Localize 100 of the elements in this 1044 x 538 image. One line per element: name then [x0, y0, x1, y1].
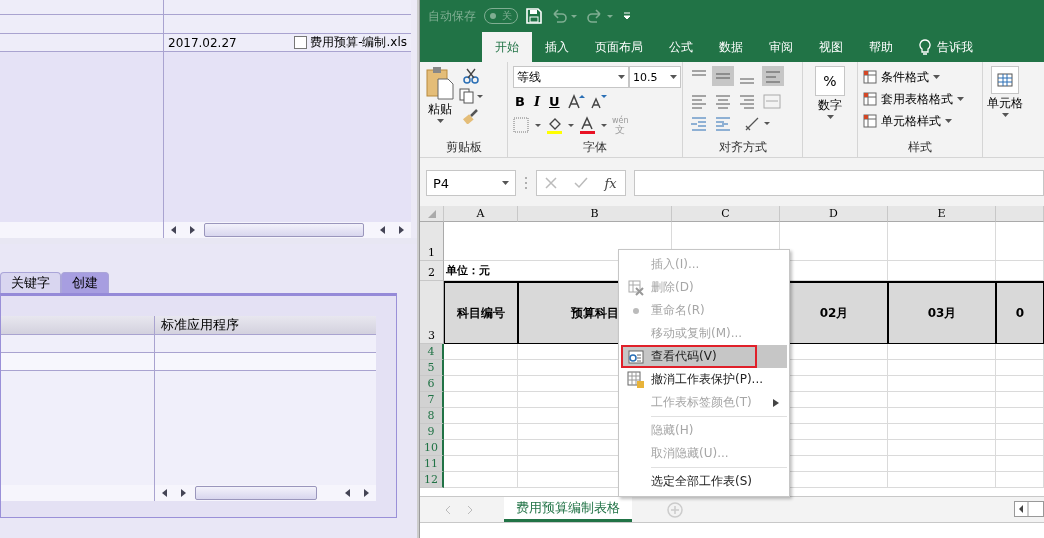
ribbon-tab[interactable]: 插入: [532, 32, 582, 62]
styles-menu-button[interactable]: 单元格样式: [863, 110, 952, 132]
sheet-tab[interactable]: 费用预算编制表格: [504, 497, 632, 522]
autosave-label: 自动保存: [428, 7, 476, 25]
table-style-icon: [863, 70, 877, 84]
header-cell: 03月: [888, 281, 996, 344]
group-label: 字体: [582, 139, 608, 156]
table-cell: [996, 456, 1044, 472]
group-label: 剪贴板: [444, 139, 483, 156]
paste-button[interactable]: 粘贴: [425, 66, 455, 139]
customize-toolbar-icon[interactable]: [622, 11, 632, 21]
row-header[interactable]: 12: [420, 472, 444, 488]
dropdown-caret-icon: [618, 75, 625, 79]
column-header[interactable]: D: [780, 206, 888, 222]
row-header[interactable]: 9: [420, 424, 444, 440]
date-cell: 2017.02.27: [168, 35, 237, 50]
menu-item[interactable]: 撤消工作表保护(P)...: [621, 368, 787, 391]
row-header[interactable]: 7: [420, 392, 444, 408]
tell-me-button[interactable]: 告诉我: [906, 32, 986, 62]
dropdown-caret-icon: [826, 115, 834, 119]
row-header[interactable]: 5: [420, 360, 444, 376]
table-cell: [996, 408, 1044, 424]
table-style-icon: [863, 114, 877, 128]
styles-menu-button[interactable]: 套用表格格式: [863, 88, 964, 110]
cells-button[interactable]: 单元格: [987, 66, 1023, 117]
row-header[interactable]: 4: [420, 344, 444, 360]
ribbon-tab[interactable]: 公式: [656, 32, 706, 62]
table-cell: [996, 360, 1044, 376]
italic-button[interactable]: I: [531, 93, 542, 109]
table-cell: [996, 344, 1044, 360]
ribbon-tab[interactable]: 数据: [706, 32, 756, 62]
dropdown-caret-icon: [1001, 113, 1009, 117]
column-header[interactable]: A: [444, 206, 518, 222]
ribbon-tab[interactable]: 审阅: [756, 32, 806, 62]
bold-button[interactable]: B: [513, 93, 527, 109]
lightbulb-icon: [919, 39, 931, 55]
table-cell: [996, 222, 1044, 261]
table-cell: [996, 472, 1044, 488]
dropdown-caret-icon: [957, 97, 964, 101]
row-header[interactable]: 6: [420, 376, 444, 392]
ribbon-tab[interactable]: 页面布局: [582, 32, 656, 62]
underline-button[interactable]: U: [547, 93, 562, 109]
dropdown-caret-icon: [670, 75, 677, 79]
row-header[interactable]: 2: [420, 261, 444, 281]
dropdown-caret-icon: [933, 75, 940, 79]
submenu-arrow-icon: [773, 398, 779, 407]
column-header[interactable]: C: [672, 206, 780, 222]
group-label: 对齐方式: [717, 139, 768, 156]
column-header[interactable]: B: [518, 206, 672, 222]
file-name: 费用预算-编制.xls: [310, 34, 407, 51]
grip-icon: [524, 176, 528, 190]
grow-font-icon[interactable]: [566, 93, 585, 109]
ribbon-tab[interactable]: 开始: [482, 32, 532, 62]
table-cell: [996, 376, 1044, 392]
horizontal-scrollbar[interactable]: [164, 222, 411, 238]
panel-tab[interactable]: 关键字: [0, 272, 61, 293]
shrink-font-icon[interactable]: [589, 93, 608, 109]
dropdown-caret-icon: [502, 181, 509, 185]
group-label: 样式: [907, 139, 933, 156]
header-cell: 0: [996, 281, 1044, 344]
dot-icon: [633, 307, 639, 314]
table-cell: [996, 424, 1044, 440]
row-header[interactable]: 11: [420, 456, 444, 472]
row-header[interactable]: 3: [420, 281, 444, 344]
save-icon[interactable]: [526, 8, 542, 24]
number-format-button[interactable]: % 数字: [815, 66, 845, 157]
table-cell: [996, 440, 1044, 456]
fill-color-icon[interactable]: [546, 116, 574, 134]
horizontal-scrollbar[interactable]: [155, 485, 376, 501]
view-code-icon: [628, 349, 644, 364]
scissors-icon[interactable]: [463, 68, 479, 84]
menu-item[interactable]: 查看代码(V): [621, 345, 787, 368]
panel-tab[interactable]: 创建: [61, 272, 109, 293]
dropdown-caret-icon: [436, 119, 444, 123]
row-header[interactable]: 1: [420, 222, 444, 261]
column-header: 标准应用程序: [160, 316, 239, 334]
format-painter-icon[interactable]: [463, 108, 479, 124]
clipboard-icon: [425, 66, 455, 100]
font-name-field[interactable]: 等线: [513, 66, 629, 88]
row-header[interactable]: 10: [420, 440, 444, 456]
check-icon[interactable]: [573, 177, 588, 189]
ribbon-tab[interactable]: 帮助: [856, 32, 906, 62]
insert-function-button[interactable]: fx: [604, 175, 617, 191]
copy-icon[interactable]: [459, 88, 483, 104]
styles-menu-button[interactable]: 条件格式: [863, 66, 940, 88]
delete-table-icon: [628, 279, 644, 296]
table-style-icon: [863, 92, 877, 106]
name-box[interactable]: P4: [426, 170, 516, 196]
header-cell: 科目编号: [444, 281, 518, 344]
scroll-left-icon[interactable]: [1014, 501, 1044, 517]
formula-field[interactable]: [634, 170, 1044, 196]
table-cell: [996, 392, 1044, 408]
cells-icon: [991, 66, 1019, 94]
checkbox[interactable]: [294, 36, 308, 49]
font-size-field[interactable]: 10.5: [629, 66, 681, 88]
column-header[interactable]: E: [888, 206, 996, 222]
row-header[interactable]: 8: [420, 408, 444, 424]
font-color-icon[interactable]: [579, 116, 607, 134]
ribbon-tab[interactable]: 视图: [806, 32, 856, 62]
protect-sheet-icon: [627, 370, 645, 389]
